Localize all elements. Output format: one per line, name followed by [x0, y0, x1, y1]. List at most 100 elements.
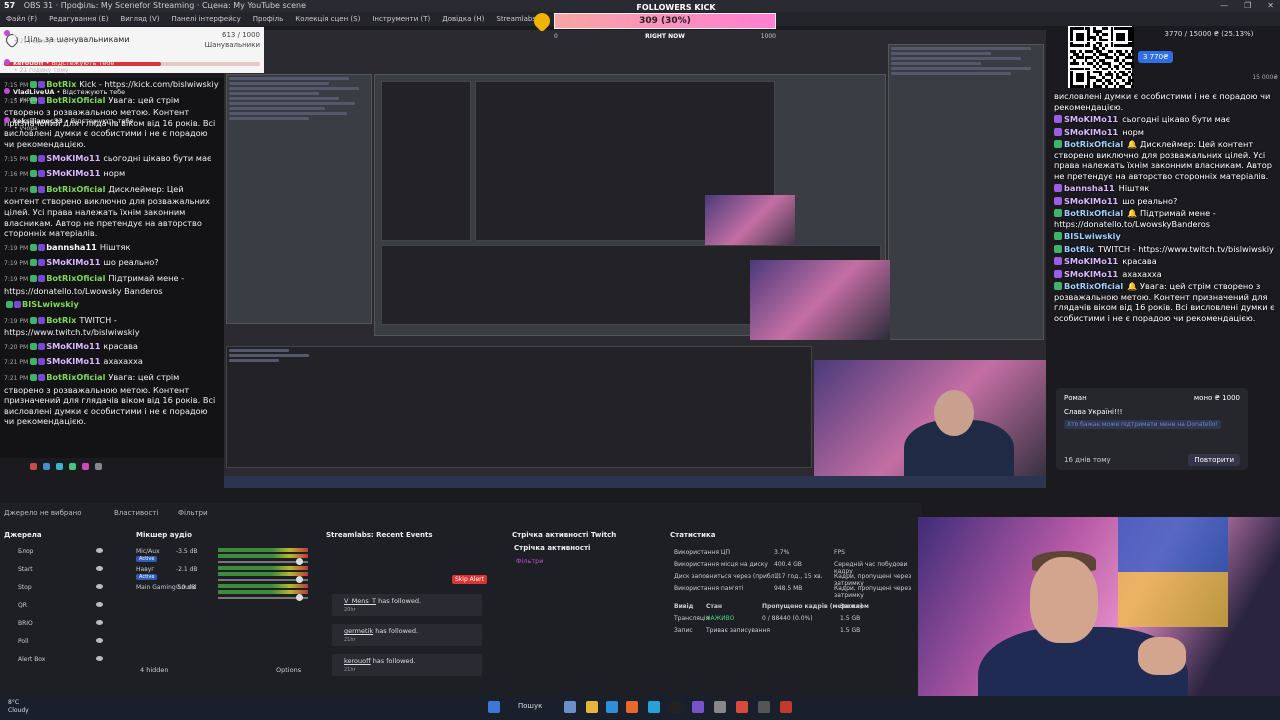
explorer-icon[interactable] — [586, 701, 598, 713]
eye-icon[interactable] — [96, 638, 103, 643]
menu-item[interactable]: Інструменти (T) — [372, 12, 430, 26]
platform-badge-icon — [30, 170, 38, 178]
skip-alert-button[interactable]: Skip Alert — [452, 575, 487, 584]
volume-knob[interactable] — [296, 558, 303, 565]
menu-item[interactable]: Streamlabs — [496, 12, 536, 26]
app-icon[interactable] — [780, 701, 792, 713]
event-username[interactable]: germetik — [344, 627, 373, 635]
user-icon[interactable] — [82, 462, 89, 470]
volume-slider[interactable] — [218, 576, 308, 583]
overlay-chat-message: SMoKIMo11 норм — [1050, 126, 1280, 139]
taskbar-search[interactable]: Пошук — [518, 702, 542, 710]
start-icon[interactable] — [488, 701, 500, 713]
app-icon[interactable] — [714, 701, 726, 713]
source-item[interactable]: Блор — [4, 548, 104, 555]
obs-icon[interactable] — [670, 701, 682, 713]
chat-message: 7:17 PM BotRixOficial Дисклеймер: Цей конт… — [0, 183, 224, 241]
app-icon[interactable] — [692, 701, 704, 713]
close-icon[interactable]: ✕ — [1267, 0, 1274, 12]
properties-button[interactable]: Властивості — [114, 509, 158, 517]
filter-icon[interactable] — [56, 462, 63, 470]
menu-item[interactable]: Довідка (H) — [442, 12, 484, 26]
task-view-icon[interactable] — [564, 701, 576, 713]
activity-user[interactable]: keksilianec33 — [13, 117, 63, 125]
menu-item[interactable]: Панелі інтерфейсу — [171, 12, 240, 26]
eye-icon[interactable] — [96, 620, 103, 625]
volume-slider[interactable] — [218, 594, 308, 601]
weather-widget[interactable]: 8°C Cloudy — [8, 699, 29, 715]
eye-icon[interactable] — [96, 656, 103, 661]
platform-badge-icon — [6, 301, 13, 309]
pause-icon[interactable] — [30, 462, 37, 470]
source-item[interactable]: Alert Box — [4, 656, 104, 663]
preview-canvas[interactable] — [224, 30, 1046, 488]
repeat-button[interactable]: Повторити — [1188, 454, 1240, 466]
chrome-icon[interactable] — [736, 701, 748, 713]
chat-dock[interactable]: 7:15 PM BotRix Kick - https://kick.com/bis… — [0, 78, 224, 458]
role-badge-icon — [1054, 140, 1062, 148]
chat-username[interactable]: BISLwiwskiy — [22, 299, 79, 309]
role-badge-icon — [38, 259, 46, 267]
chat-username[interactable]: SMoKIMo11 — [46, 153, 100, 163]
app-icon[interactable] — [758, 701, 770, 713]
source-item[interactable]: Start — [4, 566, 104, 573]
chat-username[interactable]: SMoKIMo11 — [46, 257, 100, 267]
source-item[interactable]: Stop — [4, 584, 104, 591]
source-item[interactable]: Poll — [4, 638, 104, 645]
overlay-chat-text: TWITCH - https://www.twitch.tv/bislwiwsk… — [1098, 243, 1274, 254]
maximize-icon[interactable]: ❐ — [1244, 0, 1251, 12]
event-item[interactable]: kerouoff has followed. 21hr — [332, 654, 482, 676]
event-username[interactable]: V_Mens_T — [344, 597, 376, 605]
chat-username[interactable]: BotRixOficial — [46, 372, 105, 382]
activity-user[interactable]: VladLiveUA — [13, 88, 54, 96]
chat-username[interactable]: BotRixOficial — [46, 184, 105, 194]
eye-icon[interactable] — [96, 584, 103, 589]
activity-user[interactable]: germetik — [13, 30, 46, 38]
hidden-count[interactable]: 4 hidden — [140, 666, 169, 674]
settings-icon[interactable] — [43, 462, 50, 470]
activity-filters-link[interactable]: Фільтри — [516, 557, 544, 565]
telegram-icon[interactable] — [648, 701, 660, 713]
activity-user[interactable]: kerouoff — [13, 59, 44, 67]
menu-item[interactable]: Редагування (E) — [49, 12, 108, 26]
role-badge-icon — [1054, 232, 1062, 240]
nested-chat-preview — [226, 74, 372, 324]
eye-icon[interactable] — [96, 548, 103, 553]
event-ago: 21hr — [344, 667, 356, 673]
role-badge-icon — [1054, 269, 1062, 278]
chat-username[interactable]: BotRix — [46, 315, 76, 325]
source-item[interactable]: QR — [4, 602, 104, 609]
emote-icon[interactable] — [69, 462, 76, 470]
stats-panel: Використання ЦП 3.7% FPS Використання місця… — [670, 541, 920, 681]
event-item[interactable]: V_Mens_T has followed. 20hr — [332, 594, 482, 616]
volume-knob[interactable] — [296, 594, 303, 601]
edge-icon[interactable] — [606, 701, 618, 713]
firefox-icon[interactable] — [626, 701, 638, 713]
eye-icon[interactable] — [96, 566, 103, 571]
source-item[interactable]: BRIO — [4, 620, 104, 627]
stat-label-secondary: Кадри, пропущені через затримку — [834, 585, 912, 599]
volume-knob[interactable] — [296, 576, 303, 583]
donation-link[interactable]: Хто бажає може підтримати мене на Donate… — [1064, 420, 1221, 429]
role-badge-icon — [1054, 244, 1062, 253]
menu-item[interactable]: Колекція сцен (S) — [295, 12, 360, 26]
chat-username[interactable]: SMoKIMo11 — [46, 341, 100, 351]
chat-username[interactable]: SMoKIMo11 — [46, 356, 100, 366]
menu-item[interactable]: Вигляд (V) — [120, 12, 159, 26]
menu-item[interactable]: Профіль — [253, 12, 284, 26]
options-button[interactable]: Options — [276, 666, 301, 674]
more-icon[interactable] — [95, 462, 102, 470]
kick-followers-widget: FOLLOWERS KICK 309 (30%) 0 RIGHT NOW 100… — [530, 0, 778, 40]
qr-module — [1101, 47, 1105, 51]
volume-slider[interactable] — [218, 558, 308, 565]
eye-icon[interactable] — [96, 602, 103, 607]
filters-button[interactable]: Фільтри — [178, 509, 208, 517]
chat-username[interactable]: BotRixOficial — [46, 273, 105, 283]
chat-username[interactable]: SMoKIMo11 — [46, 168, 100, 178]
minimize-icon[interactable]: — — [1220, 0, 1228, 12]
event-item[interactable]: germetik has followed. 21hr — [332, 624, 482, 646]
event-username[interactable]: kerouoff — [344, 657, 371, 665]
overlay-chat-username: BotRix — [1064, 243, 1095, 254]
menu-item[interactable]: Файл (F) — [6, 12, 37, 26]
chat-username[interactable]: bannsha11 — [46, 242, 97, 252]
